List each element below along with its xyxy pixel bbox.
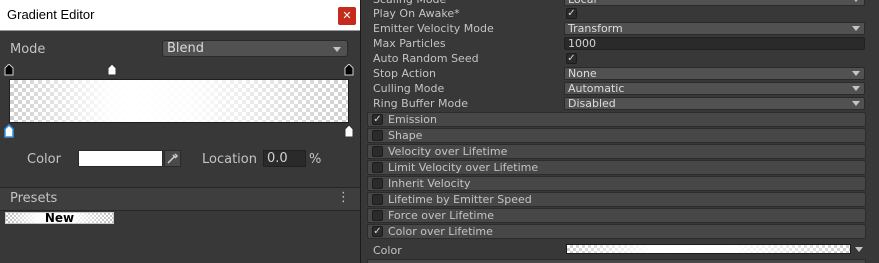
property-dropdown[interactable]: Disabled [564, 97, 865, 110]
color-over-lifetime-gradient[interactable] [566, 244, 851, 254]
mode-dropdown[interactable]: Blend [162, 40, 348, 57]
dropdown-value: Disabled [568, 97, 616, 110]
property-dropdown[interactable]: Automatic [564, 82, 865, 95]
dropdown-value: Transform [568, 22, 623, 35]
module-checkbox[interactable] [372, 210, 383, 221]
module-header[interactable]: Force over Lifetime [367, 208, 866, 223]
module-header[interactable]: Inherit Velocity [367, 176, 866, 191]
module-header[interactable]: Lifetime by Emitter Speed [367, 192, 866, 207]
gradient-editor-window: Gradient Editor ✕ Mode Blend Color Locat… [0, 0, 361, 263]
property-checkbox[interactable]: ✓ [566, 53, 577, 64]
property-row: Play On Awake* ✓ [361, 6, 879, 21]
chevron-down-icon [333, 47, 341, 52]
presets-label: Presets [10, 191, 58, 206]
alpha-key-mid[interactable] [107, 64, 117, 76]
module-header[interactable]: ✓ Color over Lifetime [367, 224, 866, 239]
preset-new-swatch[interactable]: New [5, 211, 114, 225]
module-header[interactable]: Limit Velocity over Lifetime [367, 160, 866, 175]
module-checkbox[interactable]: ✓ [372, 114, 383, 125]
module-header[interactable]: ✓ Emission [367, 112, 866, 127]
property-row: Emitter Velocity Mode Transform [361, 21, 879, 36]
property-row: Stop Action None [361, 66, 879, 81]
chevron-down-icon [852, 101, 860, 106]
next-module-header[interactable] [367, 259, 866, 263]
property-checkbox[interactable]: ✓ [566, 8, 577, 19]
module-label: Inherit Velocity [388, 177, 471, 190]
module-checkbox[interactable] [372, 162, 383, 173]
location-input[interactable]: 0.0 [263, 150, 306, 167]
gradient-preview[interactable] [9, 79, 349, 123]
module-label: Force over Lifetime [388, 209, 494, 222]
module-label: Color over Lifetime [388, 225, 493, 238]
number-value: 1000 [568, 37, 596, 50]
chevron-down-icon[interactable] [855, 247, 863, 252]
property-label: Auto Random Seed [373, 52, 479, 65]
property-label: Ring Buffer Mode [373, 97, 469, 110]
kebab-menu-icon[interactable]: ⋮ [337, 190, 350, 206]
color-label: Color [27, 152, 61, 167]
location-label: Location [202, 152, 257, 167]
color-swatch[interactable] [78, 150, 163, 167]
chevron-down-icon [852, 86, 860, 91]
module-checkbox[interactable] [372, 146, 383, 157]
particle-system-inspector: Scaling ModeLocalPlay On Awake*✓Emitter … [361, 0, 879, 263]
close-icon[interactable]: ✕ [338, 7, 356, 25]
module-label: Velocity over Lifetime [388, 145, 508, 158]
editor-screen: Gradient Editor ✕ Mode Blend Color Locat… [0, 0, 879, 263]
property-row: Auto Random Seed ✓ [361, 51, 879, 66]
color-key-start-selected[interactable] [4, 124, 14, 138]
property-dropdown[interactable]: Transform [564, 22, 865, 35]
property-row: Culling Mode Automatic [361, 81, 879, 96]
dropdown-value: Automatic [568, 82, 625, 95]
property-row: Ring Buffer Mode Disabled [361, 96, 879, 111]
property-label: Play On Awake* [373, 7, 460, 20]
module-checkbox[interactable]: ✓ [372, 226, 383, 237]
eyedropper-icon[interactable] [164, 150, 181, 167]
property-number-input[interactable]: 1000 [564, 37, 865, 50]
property-row: Max Particles 1000 [361, 36, 879, 51]
window-titlebar[interactable]: Gradient Editor ✕ [0, 0, 360, 31]
window-title: Gradient Editor [7, 7, 95, 22]
presets-header: Presets ⋮ [0, 187, 360, 211]
module-checkbox[interactable] [372, 178, 383, 189]
module-label: Shape [388, 129, 423, 142]
color-key-end[interactable] [344, 124, 354, 138]
module-checkbox[interactable] [372, 130, 383, 141]
mode-value: Blend [167, 41, 205, 56]
property-label: Culling Mode [373, 82, 445, 95]
property-label: Max Particles [373, 37, 446, 50]
mode-label: Mode [10, 42, 46, 57]
module-label: Limit Velocity over Lifetime [388, 161, 539, 174]
module-header[interactable]: Velocity over Lifetime [367, 144, 866, 159]
color-over-lifetime-color-label: Color [373, 244, 402, 257]
module-header[interactable]: Shape [367, 128, 866, 143]
module-label: Lifetime by Emitter Speed [388, 193, 532, 206]
percent-unit: % [309, 152, 322, 167]
module-checkbox[interactable] [372, 194, 383, 205]
alpha-key-start[interactable] [4, 64, 14, 76]
property-label: Stop Action [373, 67, 436, 80]
chevron-down-icon [852, 71, 860, 76]
chevron-down-icon [852, 26, 860, 31]
property-dropdown[interactable]: None [564, 67, 865, 80]
alpha-key-end[interactable] [344, 64, 354, 76]
module-label: Emission [388, 113, 437, 126]
dropdown-value: None [568, 67, 597, 80]
property-label: Emitter Velocity Mode [373, 22, 494, 35]
preset-new-label: New [44, 211, 75, 225]
chevron-down-icon [852, 0, 860, 2]
